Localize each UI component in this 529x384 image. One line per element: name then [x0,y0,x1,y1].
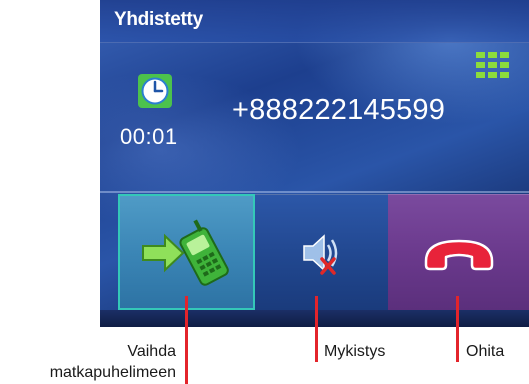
phone-number: +888222145599 [232,94,446,126]
mute-button[interactable] [255,194,388,310]
call-timer: 00:01 [120,124,178,149]
transfer-callout: Vaihda matkapuhelimeen [6,341,176,383]
transfer-leader-line [185,296,188,384]
end-callout: Ohita [466,343,505,360]
mute-leader-line [315,296,318,362]
end-call-button[interactable] [388,194,529,310]
transfer-to-mobile-button[interactable] [118,194,255,310]
transfer-callout-line2: matkapuhelimeen [49,364,176,381]
divider [100,191,529,193]
call-screen: Yhdistetty 00:01 +888222145599 [100,0,529,327]
transfer-callout-line1: Vaihda [127,343,176,360]
hang-up-icon [424,239,493,270]
speaker-muted-icon [302,233,337,275]
title-bar: Yhdistetty [100,0,529,43]
phone-transfer-icon [141,219,229,286]
end-leader-line [456,296,459,362]
figure: Yhdistetty 00:01 +888222145599 Vaihda ma… [0,0,529,384]
mute-callout: Mykistys [324,343,386,360]
clock-icon [138,74,172,108]
connection-status-title: Yhdistetty [114,9,203,30]
